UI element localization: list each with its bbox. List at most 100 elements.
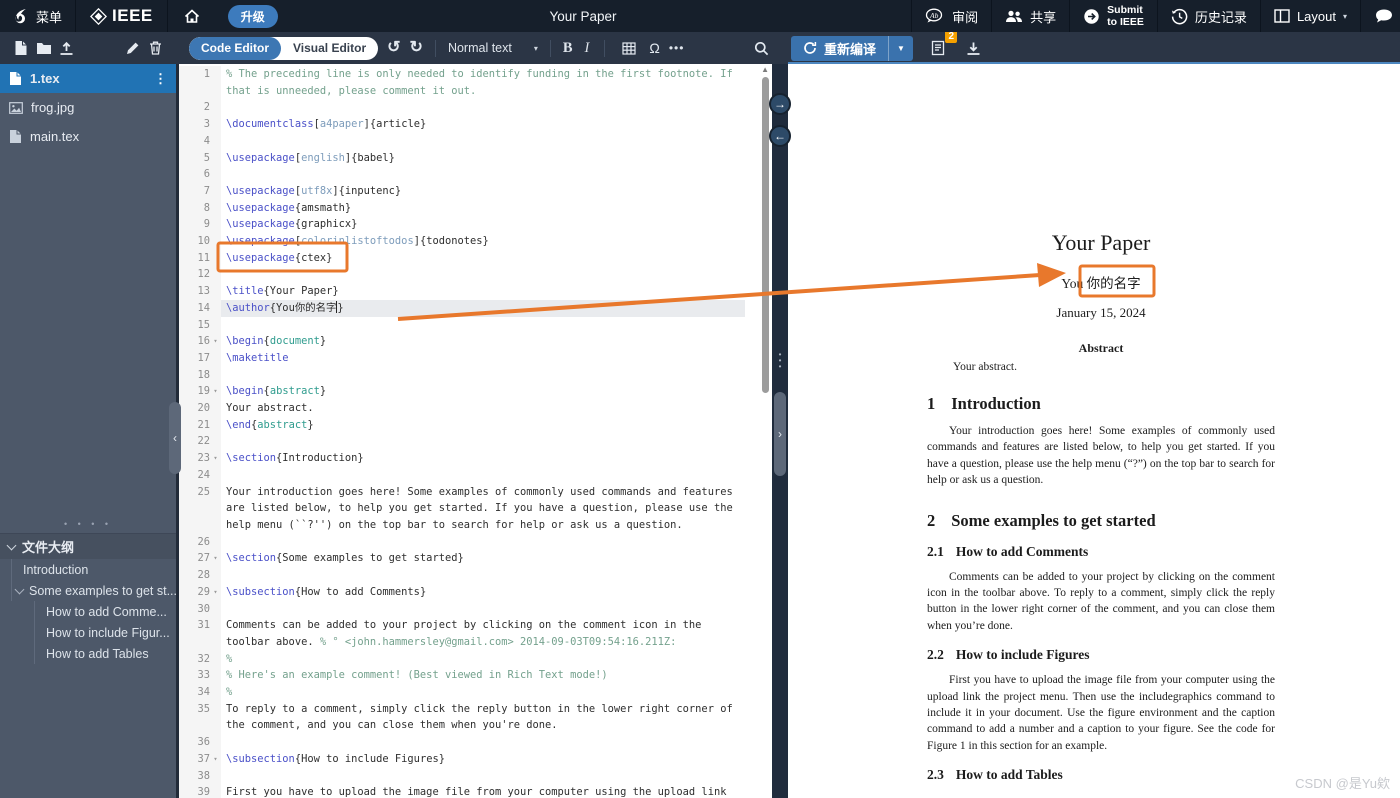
paragraph-style-dropdown[interactable]: Normal text ▾	[448, 41, 538, 55]
code-line[interactable]: 29 ▾ \subsection{How to add Comments}	[179, 583, 772, 601]
jump-to-pdf-button[interactable]: →	[769, 93, 791, 115]
svg-text:Ab: Ab	[929, 11, 939, 20]
code-line[interactable]: 26	[179, 533, 772, 551]
outline-item[interactable]: How to add Comme...	[34, 601, 176, 622]
pdf-abstract-text: Your abstract.	[953, 361, 1017, 373]
file-item[interactable]: frog.jpg	[0, 93, 176, 122]
new-folder-icon[interactable]	[32, 37, 55, 60]
code-line[interactable]: 1% The preceding line is only needed to …	[179, 66, 772, 100]
new-file-icon[interactable]	[9, 37, 32, 60]
ieee-brand[interactable]: IEEE	[76, 6, 167, 26]
code-editor-tab[interactable]: Code Editor	[189, 36, 281, 60]
outline-item[interactable]: How to add Tables	[34, 643, 176, 664]
outline-item[interactable]: How to include Figur...	[34, 622, 176, 643]
fold-caret-icon[interactable]: ▾	[210, 584, 221, 601]
history-button[interactable]: 历史记录	[1156, 0, 1260, 32]
download-pdf-icon[interactable]	[962, 37, 985, 60]
scrollbar-up-arrow[interactable]: ▲	[761, 65, 769, 75]
code-line[interactable]: 39 First you have to upload the image fil…	[179, 784, 772, 798]
jump-to-code-button[interactable]: ←	[769, 125, 791, 147]
home-button[interactable]	[168, 0, 216, 32]
line-number-gutter: 36	[179, 734, 221, 751]
search-icon[interactable]	[750, 37, 773, 60]
upload-icon[interactable]	[55, 37, 78, 60]
code-line[interactable]: 16 ▾ \begin{document}	[179, 333, 772, 350]
visual-editor-tab[interactable]: Visual Editor	[281, 37, 378, 60]
sidebar-resize-handle[interactable]: ‹	[169, 402, 181, 474]
fold-caret-icon[interactable]: ▾	[210, 550, 221, 567]
fold-caret-icon[interactable]: ▾	[210, 450, 221, 467]
code-line[interactable]: 18	[179, 366, 772, 384]
italic-button[interactable]: I	[582, 40, 593, 57]
insert-symbol-button[interactable]: Ω	[649, 41, 659, 55]
code-line[interactable]: 35 To reply to a comment, simply click th…	[179, 700, 772, 735]
fold-caret-icon[interactable]: ▾	[210, 751, 221, 768]
code-line[interactable]: 24	[179, 466, 772, 484]
menu-button[interactable]: 菜单	[0, 0, 75, 32]
upgrade-button[interactable]: 升级	[227, 4, 278, 28]
rename-pencil-icon[interactable]	[121, 37, 144, 60]
code-line[interactable]: 28	[179, 567, 772, 584]
code-line[interactable]: 7 \usepackage[utf8x]{inputenc}	[179, 182, 772, 200]
code-line[interactable]: 19 ▾ \begin{abstract}	[179, 383, 772, 401]
review-button[interactable]: Ab 审阅	[911, 0, 991, 32]
more-tools-button[interactable]: •••	[669, 41, 685, 55]
code-line[interactable]: 20 Your abstract.	[179, 400, 772, 417]
code-line[interactable]: 38	[179, 767, 772, 785]
code-line[interactable]: 14 \author{You你的名字}	[179, 299, 772, 317]
fold-caret-icon[interactable]: ▾	[210, 383, 221, 400]
outline-resize-handle[interactable]: • • • •	[0, 519, 176, 529]
code-line[interactable]: 23 ▾ \section{Introduction}	[179, 450, 772, 467]
code-line[interactable]: 27 ▾ \section{Some examples to get started…	[179, 550, 772, 568]
code-line[interactable]: 21 \end{abstract}	[179, 416, 772, 434]
submit-to-ieee-button[interactable]: Submit to IEEE	[1069, 0, 1157, 32]
code-line[interactable]: 17 \maketitle	[179, 349, 772, 367]
code-line[interactable]: 15	[179, 316, 772, 334]
code-line[interactable]: 36	[179, 734, 772, 751]
code-line[interactable]: 12	[179, 266, 772, 284]
recompile-options-caret[interactable]: ▼	[888, 35, 913, 61]
chevron-down-icon[interactable]	[14, 584, 25, 594]
tex-file-icon	[9, 129, 22, 144]
code-line[interactable]: 32%	[179, 650, 772, 668]
code-line[interactable]: 3 \documentclass[a4paper]{article}	[179, 116, 772, 133]
code-line[interactable]: 34%	[179, 684, 772, 701]
file-item[interactable]: main.tex	[0, 122, 176, 151]
pdf-paragraph: First you have to upload the image file …	[927, 674, 1275, 752]
code-line[interactable]: 4	[179, 132, 772, 150]
code-line[interactable]: 31 Comments can be added to your project …	[179, 617, 772, 651]
layout-button[interactable]: Layout ▾	[1259, 0, 1360, 32]
pdf-author-name: 你的名字	[1086, 276, 1141, 291]
editor-scrollbar[interactable]	[762, 77, 769, 393]
code-line[interactable]: 9 \usepackage{graphicx}	[179, 216, 772, 234]
code-line[interactable]: 8 \usepackage{amsmath}	[179, 199, 772, 217]
logs-button[interactable]: 2	[926, 29, 958, 60]
code-line[interactable]: 5 \usepackage[english]{babel}	[179, 149, 772, 167]
code-line[interactable]: 22	[179, 433, 772, 451]
code-line[interactable]: 13 \title{Your Paper}	[179, 283, 772, 300]
code-line[interactable]: 30	[179, 600, 772, 618]
code-line[interactable]: 6	[179, 166, 772, 183]
file-outline-header[interactable]: 文件大纲	[0, 534, 176, 559]
recompile-button[interactable]: 重新编译	[791, 36, 888, 61]
redo-icon[interactable]: ↻	[410, 40, 423, 56]
file-item[interactable]: 1.tex ⋮	[0, 64, 176, 93]
code-line[interactable]: 2	[179, 99, 772, 117]
code-line[interactable]: 11 \usepackage{ctex}	[179, 249, 772, 267]
code-line[interactable]: 37 ▾ \subsection{How to include Figures}	[179, 750, 772, 768]
code-line[interactable]: 10 \usepackage[colorinlistoftodos]{todono…	[179, 233, 772, 250]
undo-icon[interactable]: ↺	[387, 40, 400, 56]
outline-item[interactable]: Introduction	[11, 559, 176, 580]
outline-item[interactable]: Some examples to get st...	[11, 580, 176, 601]
code-line[interactable]: 33% Here's an example comment! (Best vie…	[179, 667, 772, 685]
bold-button[interactable]: B	[563, 40, 573, 57]
delete-trash-icon[interactable]	[144, 37, 167, 60]
pdf-resize-handle[interactable]: ›	[774, 392, 786, 476]
share-button[interactable]: 共享	[991, 0, 1069, 32]
chat-button[interactable]	[1360, 0, 1400, 32]
file-menu-kebab-icon[interactable]: ⋮	[154, 71, 167, 87]
code-line[interactable]: 25 Your introduction goes here! Some exam…	[179, 483, 772, 534]
insert-table-icon[interactable]	[617, 37, 640, 60]
fold-caret-icon[interactable]: ▾	[210, 333, 221, 350]
code-editor[interactable]: 1% The preceding line is only needed to …	[176, 64, 772, 798]
